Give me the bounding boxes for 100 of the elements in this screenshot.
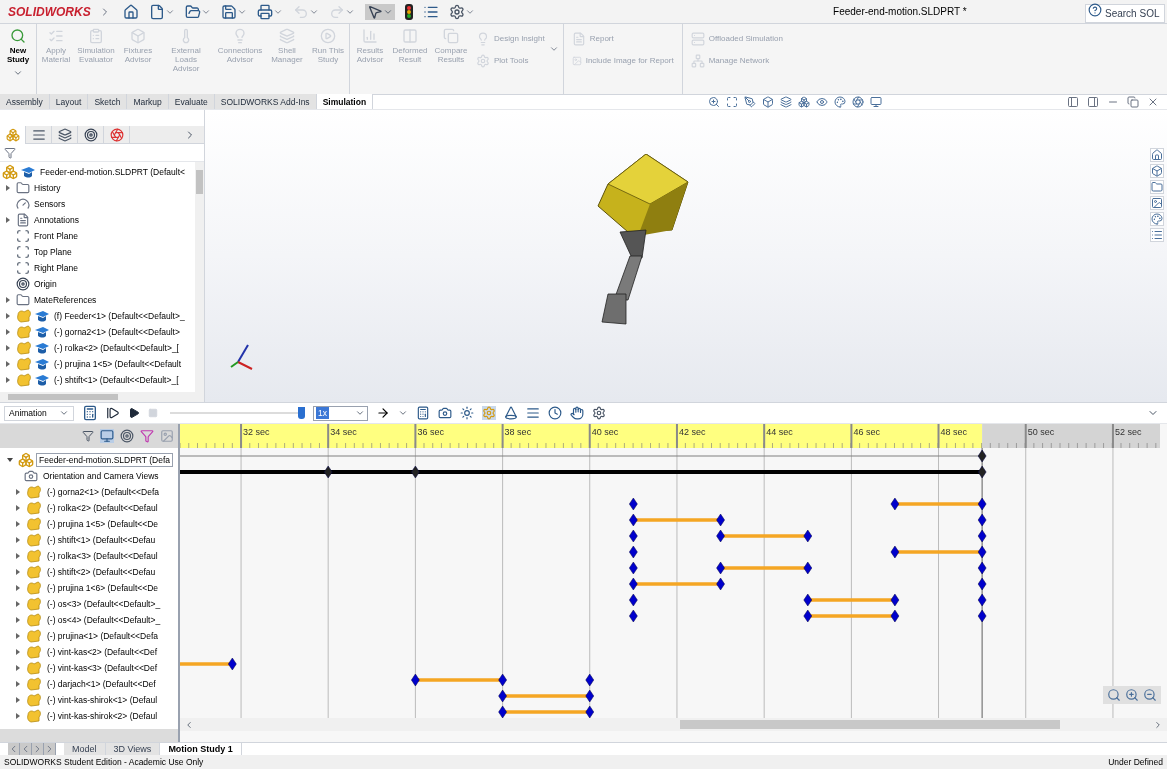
scroll-right-icon[interactable]	[1153, 719, 1163, 730]
tree-item[interactable]: (-) vint-kas<2> (Default<<Def	[44, 644, 161, 660]
image-icon[interactable]	[1150, 196, 1164, 210]
tree-item[interactable]: Sensors	[32, 197, 66, 211]
keyframe-marker[interactable]	[890, 593, 900, 607]
pen-icon[interactable]	[744, 95, 757, 108]
tree-item[interactable]: Front Plane	[32, 229, 78, 243]
panel-icon[interactable]	[1067, 95, 1079, 108]
expand-arrow-icon[interactable]	[14, 616, 22, 624]
monitor-icon[interactable]	[870, 95, 883, 108]
expand-arrow-icon[interactable]	[4, 344, 12, 352]
expand-arrow-icon[interactable]	[14, 632, 22, 640]
keyframe-marker[interactable]	[977, 465, 987, 479]
expand-arrow-icon[interactable]	[14, 536, 22, 544]
keyframe-marker[interactable]	[977, 497, 987, 511]
expand-arrow-icon[interactable]	[4, 296, 12, 304]
keyframe-marker[interactable]	[803, 561, 813, 575]
tree-item[interactable]: (-) vint-kas<3> (Default<<Def	[44, 660, 161, 676]
keyframe-marker[interactable]	[803, 593, 813, 607]
tree-item[interactable]: (-) rolka<2> (Default<<Defaul	[44, 500, 161, 516]
restore-icon[interactable]	[1127, 95, 1139, 108]
zoom-fit-icon[interactable]	[1107, 688, 1121, 702]
study-type-dropdown[interactable]: Animation	[4, 405, 74, 421]
expand-arrow-icon[interactable]	[4, 376, 12, 384]
tree-item[interactable]: (f) Feeder<1> (Default<<Default>_	[52, 309, 185, 323]
open-folder-icon[interactable]	[184, 3, 201, 20]
keyframe-marker[interactable]	[629, 561, 638, 575]
home-icon[interactable]	[1150, 148, 1164, 162]
settings-icon[interactable]	[592, 406, 606, 420]
expand-arrow-icon[interactable]	[4, 312, 12, 320]
expand-arrow-icon[interactable]	[14, 696, 22, 704]
tree-item[interactable]: Feeder-end-motion.SLDPRT (Defa	[36, 452, 174, 468]
tree-item[interactable]: Feeder-end-motion.SLDPRT (Default<	[38, 165, 185, 179]
keyframe-marker[interactable]	[977, 545, 987, 559]
eye-icon[interactable]	[816, 95, 829, 108]
slider-thumb[interactable]	[298, 407, 306, 419]
keyframe-marker[interactable]	[585, 673, 594, 687]
save-icon[interactable]	[220, 3, 237, 20]
expand-arrow-icon[interactable]	[14, 504, 22, 512]
keyframe-marker[interactable]	[890, 609, 900, 623]
app-logo[interactable]: SOLIDWORKS	[0, 2, 99, 21]
timer-icon[interactable]	[548, 406, 562, 420]
tree-item[interactable]: (-) rolka<2> (Default<<Default>_[	[52, 341, 179, 355]
tree-item[interactable]: Top Plane	[32, 245, 72, 259]
keyframe-marker[interactable]	[716, 561, 725, 575]
tree-item[interactable]: (-) vint-kas-shirok<2> (Defaul	[44, 708, 161, 724]
keyframe-marker[interactable]	[585, 705, 594, 719]
keyframe-marker[interactable]	[498, 705, 507, 719]
caret-icon[interactable]	[398, 408, 408, 418]
keyframe-marker[interactable]	[228, 657, 237, 671]
expand-arrow-icon[interactable]	[14, 664, 22, 672]
keyframe-marker[interactable]	[716, 529, 725, 543]
keyframe-marker[interactable]	[716, 513, 725, 527]
collapse-arrow-icon[interactable]	[6, 456, 14, 464]
tree-item[interactable]: (-) prujina<1> (Default<<Defa	[44, 628, 162, 644]
expand-arrow-icon[interactable]	[14, 648, 22, 656]
tree-item[interactable]: Orientation and Camera Views	[40, 468, 162, 484]
speed-dropdown[interactable]: 1x	[313, 405, 368, 421]
scrollbar[interactable]	[180, 718, 1167, 731]
arrow-right-icon[interactable]	[376, 406, 390, 420]
keyframe-marker[interactable]	[716, 577, 725, 591]
keyframe-marker[interactable]	[629, 497, 638, 511]
expand-arrow-icon[interactable]	[14, 712, 22, 720]
expand-arrow-icon[interactable]	[14, 520, 22, 528]
tree-item[interactable]: (-) gorna2<1> (Default<<Defa	[44, 484, 162, 500]
tree-item[interactable]: (-) prujina 1<5> (Default<<De	[44, 516, 162, 532]
tree-item[interactable]: Right Plane	[32, 261, 78, 275]
keyframe-marker[interactable]	[629, 609, 638, 623]
palette-icon[interactable]	[1150, 212, 1164, 226]
filter-icon[interactable]	[82, 430, 94, 442]
new-file-icon[interactable]	[148, 3, 165, 20]
expand-arrow-icon[interactable]	[14, 584, 22, 592]
calculate-icon[interactable]	[416, 406, 430, 420]
playback-slider[interactable]	[170, 407, 305, 419]
keyframe-marker[interactable]	[977, 577, 987, 591]
cube-icon[interactable]	[762, 95, 775, 108]
play-icon[interactable]	[128, 407, 140, 419]
keyframe-marker[interactable]	[629, 513, 638, 527]
panel-icon[interactable]	[1087, 95, 1099, 108]
scrollbar[interactable]	[195, 162, 204, 392]
keyframe-marker[interactable]	[323, 465, 333, 479]
tree-item[interactable]: (-) os<3> (Default<<Default>_	[44, 596, 164, 612]
keyframe-marker[interactable]	[585, 689, 594, 703]
expand-arrow-icon[interactable]	[14, 488, 22, 496]
keyframe-marker[interactable]	[498, 689, 507, 703]
keyframe-marker[interactable]	[977, 593, 987, 607]
tree-item[interactable]: (-) shtift<1> (Default<<Defau	[44, 532, 159, 548]
ribbon-tab[interactable]: Simulation	[316, 94, 374, 109]
keyframe-marker[interactable]	[411, 465, 420, 479]
calculate-icon[interactable]	[82, 405, 98, 421]
study-tab[interactable]: 3D Views	[105, 743, 161, 755]
traffic-light-icon[interactable]	[404, 3, 413, 20]
list-icon[interactable]	[1150, 228, 1164, 242]
tree-item[interactable]: (-) vint-kas-shirok<1> (Defaul	[44, 692, 161, 708]
camera-icon[interactable]	[438, 406, 452, 420]
settings-icon[interactable]	[448, 3, 465, 20]
tree-item[interactable]: History	[32, 181, 61, 195]
home-icon[interactable]	[122, 3, 139, 20]
keyframe-marker[interactable]	[977, 529, 987, 543]
keyframe-marker[interactable]	[629, 593, 638, 607]
